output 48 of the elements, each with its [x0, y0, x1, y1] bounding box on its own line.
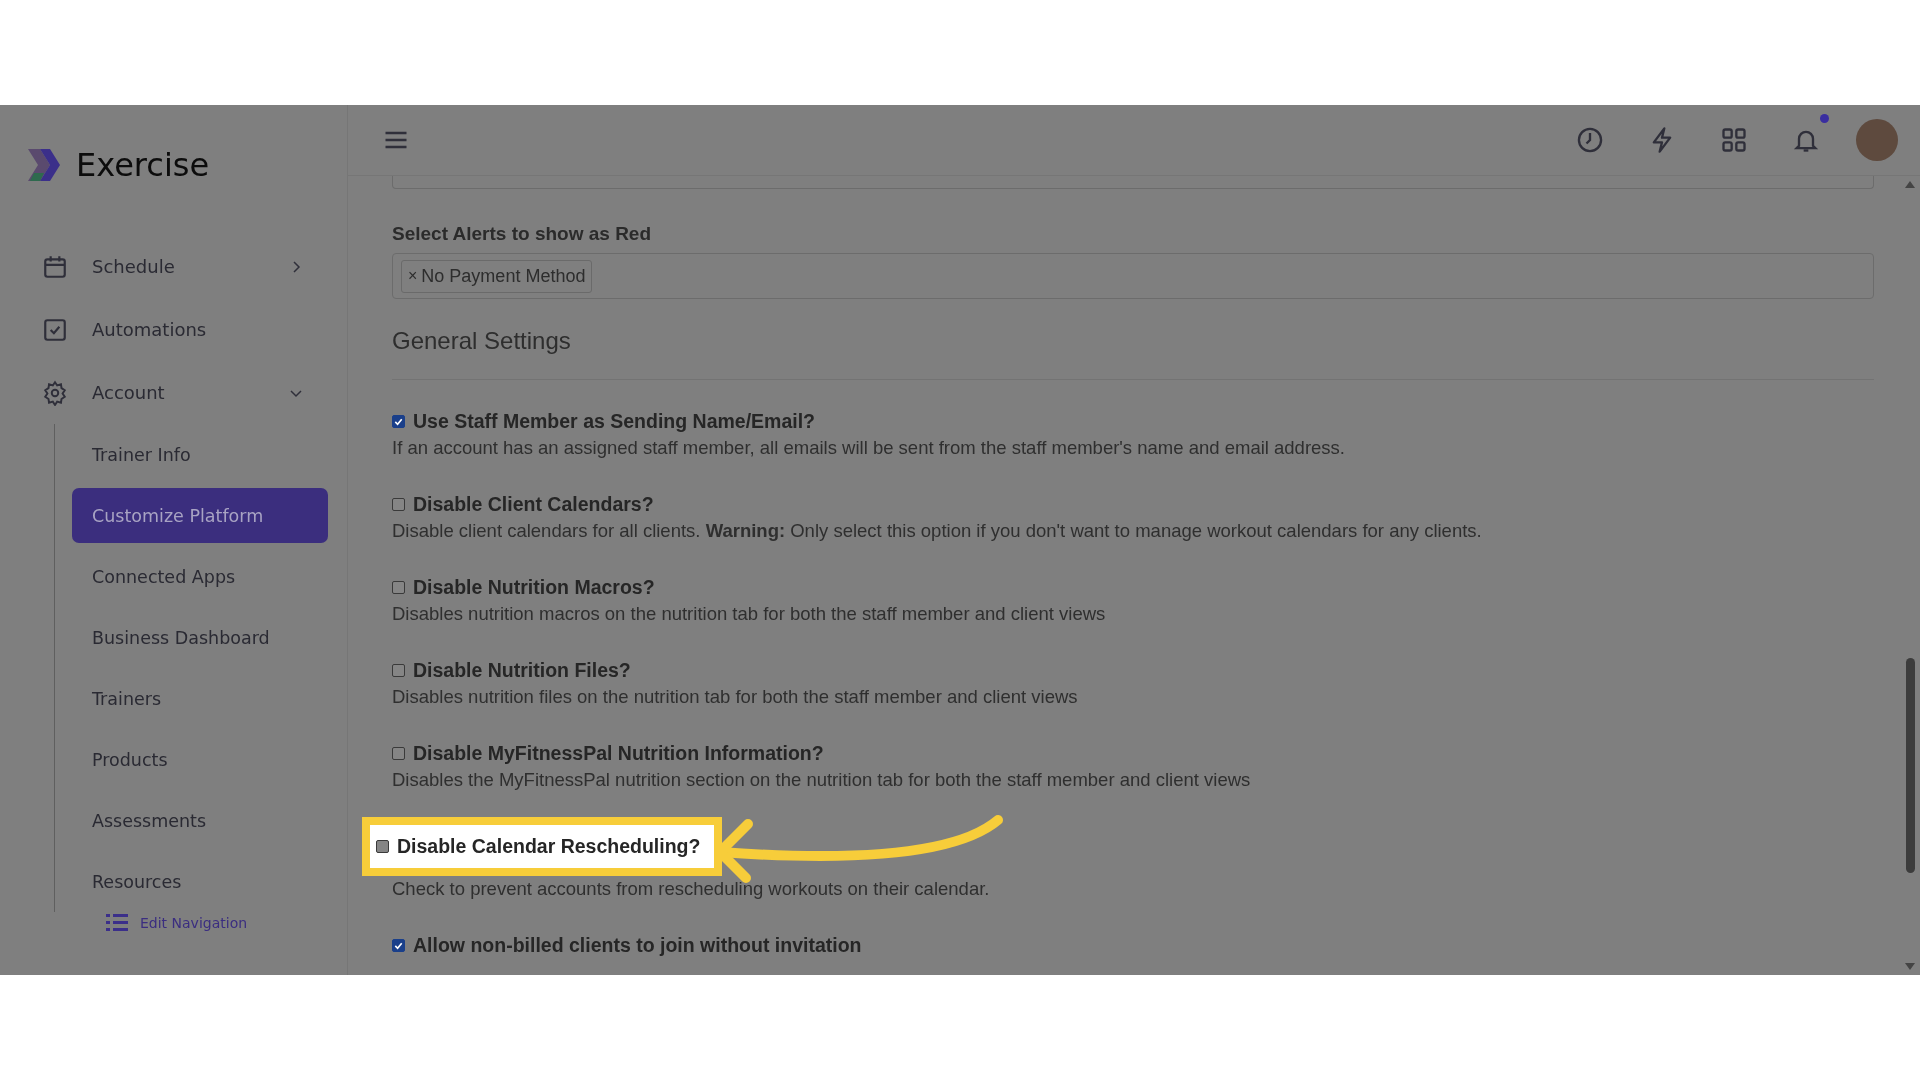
setting-description: Disables nutrition macros on the nutrition tab for both the staff member and client views [392, 603, 1107, 625]
setting-description: Check to prevent accounts from rescheduling workouts on their calendar. [392, 878, 991, 900]
checkbox[interactable] [392, 415, 405, 428]
checkbox[interactable] [392, 939, 405, 952]
avatar[interactable] [1856, 119, 1898, 161]
brand-name: Exercise [76, 146, 210, 184]
scroll-up-icon[interactable] [1905, 180, 1915, 188]
scroll-down-icon[interactable] [1905, 963, 1915, 971]
section-title: General Settings [392, 327, 1874, 380]
clock-icon[interactable] [1576, 126, 1604, 154]
nav-item[interactable]: Account [24, 361, 314, 424]
edit-navigation-link[interactable]: Edit Navigation [140, 915, 248, 931]
calendar-icon [42, 253, 68, 280]
setting-description: Disables nutrition files on the nutrition tab for both the staff member and client views [392, 686, 1079, 708]
checkbox[interactable] [392, 747, 405, 760]
nav-item[interactable]: Schedule [24, 235, 314, 298]
setting-description: If an account has an assigned staff member, all emails will be sent from the staff member's name and email address. [392, 437, 1346, 459]
setting-title: Allow non-billed clients to join without invitation [413, 934, 862, 957]
field-label: Select Alerts to show as Red [392, 223, 653, 245]
remove-tag-button[interactable]: × [408, 267, 418, 285]
checkbox[interactable] [376, 840, 389, 853]
setting-title: Disable Nutrition Macros? [413, 576, 655, 599]
checkbox[interactable] [392, 498, 405, 511]
settings-icon [42, 379, 68, 406]
checkbox[interactable] [392, 664, 405, 677]
nav-subitem[interactable]: Connected Apps [72, 549, 328, 604]
nav-subitem[interactable]: Assessments [72, 793, 328, 848]
setting-title: Disable MyFitnessPal Nutrition Information? [413, 742, 824, 765]
alerts-select-field[interactable]: × No Payment Method [392, 253, 1874, 299]
nav-subitem[interactable]: Customize Platform [72, 488, 328, 543]
setting-title: Disable Calendar Rescheduling? [397, 835, 701, 858]
grid-icon[interactable] [1720, 126, 1748, 154]
checkbox[interactable] [392, 581, 405, 594]
setting-description: Disable client calendars for all clients. Warning: Only select this option if you don't want to manage workout calendars for any clients. [392, 520, 1483, 542]
checkbox-icon [42, 316, 68, 343]
setting-description: Disables the MyFitnessPal nutrition section on the nutrition tab for both the staff member and client views [392, 769, 1252, 791]
list-icon [106, 914, 128, 932]
nav-subitem[interactable]: Trainers [72, 671, 328, 726]
nav-subitem[interactable]: Trainer Info [72, 427, 328, 482]
setting-title: Disable Nutrition Files? [413, 659, 631, 682]
setting-title: Disable Client Calendars? [413, 493, 654, 516]
scrollbar-thumb[interactable] [1905, 658, 1915, 873]
setting-title: Use Staff Member as Sending Name/Email? [413, 410, 816, 433]
nav-item[interactable]: Automations [24, 298, 314, 361]
nav-subitem[interactable]: Business Dashboard [72, 610, 328, 665]
nav-subitem[interactable]: Resources [72, 854, 328, 909]
alert-tag: × No Payment Method [401, 259, 593, 293]
nav-subitem[interactable]: Products [72, 732, 328, 787]
